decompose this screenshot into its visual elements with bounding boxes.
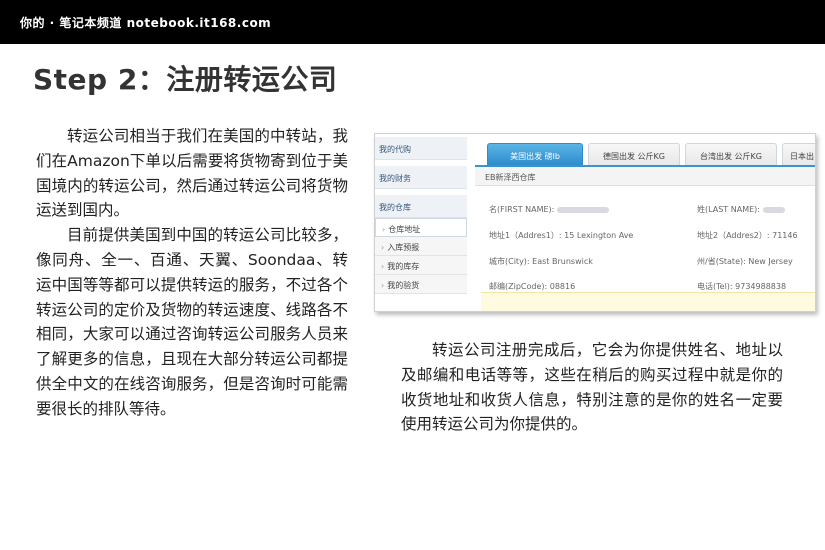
paragraph-companies: 目前提供美国到中国的转运公司比较多，像同舟、全一、百通、天翼、Soondaa、转…: [36, 226, 348, 418]
redacted-value: [762, 206, 785, 213]
address2-field: 地址2（Addres2）: 71146: [697, 231, 798, 240]
right-text-block: 转运公司注册完成后，它会为你提供姓名、地址以及邮编和电话等等，这些在稍后的购买过…: [401, 338, 783, 437]
tel-field: 电话(Tel): 9734988838: [697, 282, 787, 291]
section-title: Step 2：注册转运公司: [33, 63, 338, 96]
sidebar-subitem-stock[interactable]: › 我的库存: [375, 256, 467, 275]
sidebar-subitem-address[interactable]: › 仓库地址: [375, 218, 467, 237]
tab-japan[interactable]: 日本出: [782, 143, 815, 165]
redacted-value: [556, 206, 609, 213]
chevron-right-icon: ›: [381, 281, 385, 290]
city-field: 城市(City): East Brunswick: [489, 257, 593, 266]
screenshot-main: 美国出发 磅lb 德国出发 公斤KG 台湾出发 公斤KG 日本出 EB新泽西仓库…: [475, 134, 815, 311]
site-header-bar: 你的 · 笔记本频道 notebook.it168.com: [0, 0, 825, 44]
paragraph-registration: 转运公司注册完成后，它会为你提供姓名、地址以及邮编和电话等等，这些在稍后的购买过…: [401, 341, 783, 434]
tab-taiwan[interactable]: 台湾出发 公斤KG: [685, 143, 777, 165]
chevron-right-icon: ›: [382, 225, 386, 234]
site-watermark: 你的 · 笔记本频道 notebook.it168.com: [20, 16, 272, 30]
sidebar-subitem-forecast[interactable]: › 入库预报: [375, 237, 467, 256]
zip-field: 邮编(ZipCode): 08816: [489, 282, 576, 291]
chevron-right-icon: ›: [381, 243, 385, 252]
warehouse-screenshot: 我的代购 我的财务 我的仓库 › 仓库地址 › 入库预报 › 我的库存 › 我的验货 美…: [374, 133, 816, 312]
last-name-field: 姓(LAST NAME):: [697, 204, 785, 215]
chevron-right-icon: ›: [381, 262, 385, 271]
sidebar-subitem-inspect[interactable]: › 我的验货: [375, 275, 467, 294]
notice-area: [481, 292, 815, 311]
warehouse-title: EB新泽西仓库: [475, 167, 815, 186]
left-text-block: 转运公司相当于我们在美国的中转站，我们在Amazon下单以后需要将货物寄到位于美…: [36, 124, 348, 422]
sidebar-item-agent[interactable]: 我的代购: [375, 137, 467, 160]
sidebar-item-finance[interactable]: 我的财务: [375, 166, 467, 189]
first-name-field: 名(FIRST NAME):: [489, 204, 609, 215]
tab-germany[interactable]: 德国出发 公斤KG: [588, 143, 680, 165]
paragraph-intro: 转运公司相当于我们在美国的中转站，我们在Amazon下单以后需要将货物寄到位于美…: [36, 127, 348, 220]
tab-us[interactable]: 美国出发 磅lb: [487, 143, 583, 165]
sidebar-item-warehouse[interactable]: 我的仓库: [375, 195, 467, 218]
address1-field: 地址1（Addres1）: 15 Lexington Ave: [489, 231, 634, 240]
screenshot-sidebar: 我的代购 我的财务 我的仓库 › 仓库地址 › 入库预报 › 我的库存 › 我的验货: [375, 134, 467, 311]
state-field: 州/省(State): New Jersey: [697, 257, 793, 266]
